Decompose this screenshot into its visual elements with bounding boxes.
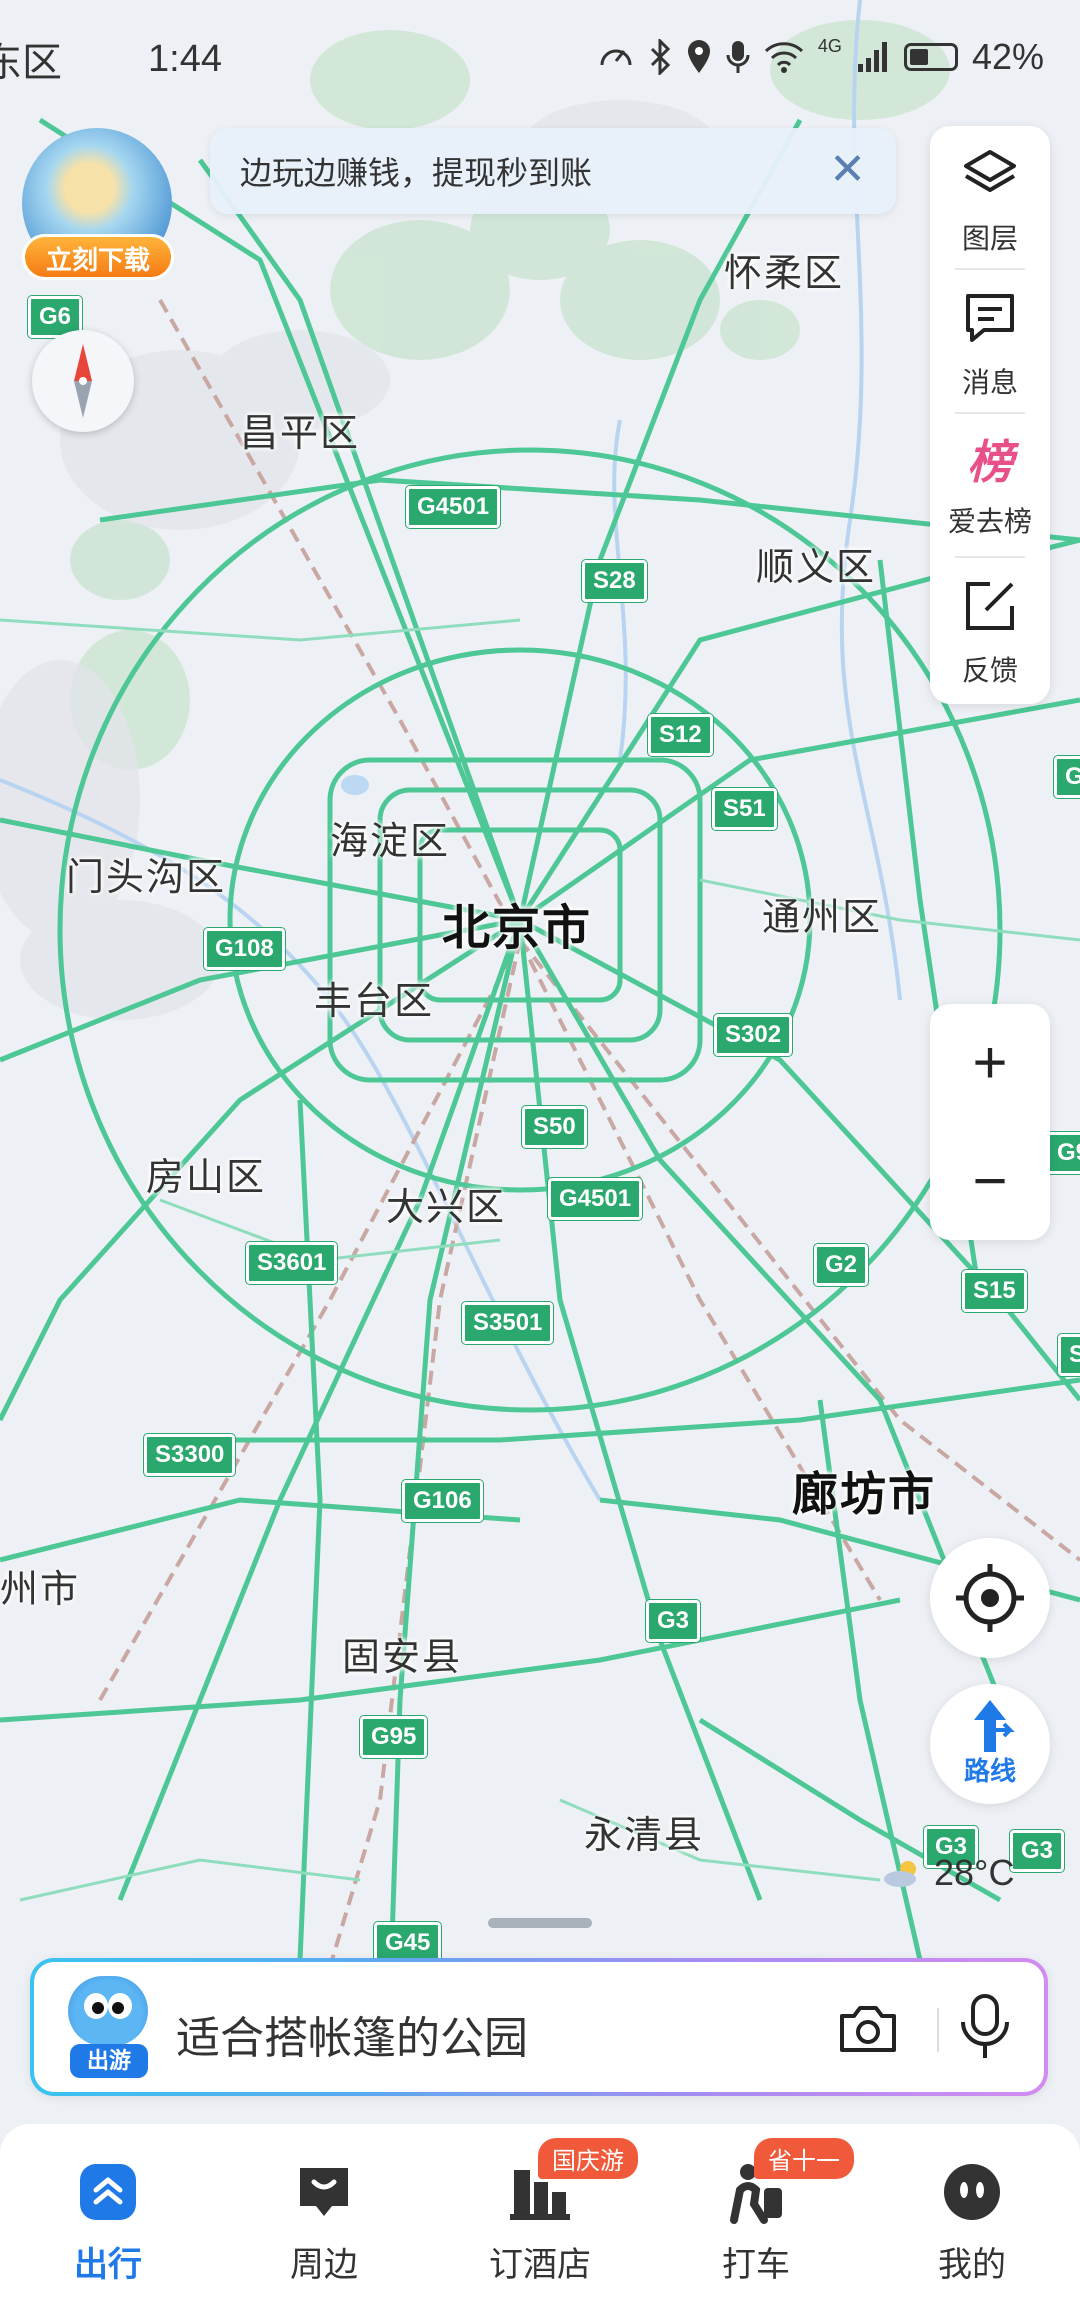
- microphone-icon[interactable]: [958, 1992, 1012, 2062]
- highway-shield: G106: [402, 1480, 483, 1522]
- ranking-button[interactable]: 榜 爱去榜: [930, 414, 1050, 554]
- highway-shield: S302: [714, 1014, 793, 1056]
- hotel-badge: 国庆游: [538, 2138, 638, 2179]
- layers-icon: [964, 150, 1016, 192]
- highway-shield: G95: [360, 1716, 428, 1758]
- highway-shield: S3501: [462, 1302, 554, 1344]
- promo-banner[interactable]: 边玩边赚钱，提现秒到账 ✕: [210, 128, 896, 214]
- route-button[interactable]: 路线: [930, 1684, 1050, 1804]
- city-label-beijing: 北京市: [442, 902, 593, 955]
- layers-button[interactable]: 图层: [930, 126, 1050, 266]
- highway-shield: S: [1058, 1334, 1080, 1376]
- highway-shield: S15: [962, 1270, 1027, 1312]
- feedback-label: 反馈: [961, 655, 1018, 686]
- status-time: 1:44: [148, 38, 222, 80]
- message-icon: [966, 294, 1014, 342]
- location-icon: [687, 40, 710, 73]
- locate-button[interactable]: [930, 1538, 1050, 1658]
- profile-icon: [944, 2164, 1000, 2220]
- battery-icon: [903, 43, 958, 71]
- zoom-in-button[interactable]: +: [930, 1004, 1050, 1122]
- feedback-button[interactable]: 反馈: [930, 558, 1050, 698]
- highway-shield: S51: [712, 788, 777, 830]
- zoom-out-button[interactable]: −: [930, 1122, 1050, 1240]
- highway-shield: G3: [646, 1600, 701, 1642]
- district-label: 固安县: [342, 1637, 463, 1679]
- highway-shield: G2: [814, 1244, 869, 1286]
- camera-icon[interactable]: [838, 2000, 898, 2056]
- search-bar[interactable]: 出游 适合搭帐篷的公园: [30, 1958, 1048, 2096]
- nearby-icon: [300, 2168, 348, 2216]
- highway-shield: G3: [1010, 1830, 1065, 1872]
- message-label: 消息: [961, 367, 1018, 398]
- map-tools-panel: 图层 消息 榜 爱去榜 反馈: [930, 126, 1050, 704]
- tab-label: 订酒店: [489, 2246, 591, 2284]
- city-label-langfang: 廊坊市: [792, 1468, 936, 1520]
- district-label: 丰台区: [314, 981, 435, 1023]
- tab-nearby[interactable]: 周边: [244, 2160, 404, 2286]
- compass-button[interactable]: [32, 330, 134, 432]
- travel-icon: [80, 2164, 136, 2220]
- layers-label: 图层: [961, 223, 1018, 254]
- highway-shield: G4501: [548, 1178, 643, 1220]
- ranking-label: 爱去榜: [947, 506, 1032, 537]
- route-label: 路线: [963, 1756, 1016, 1786]
- highway-shield: G: [1054, 756, 1080, 798]
- feedback-icon: [966, 582, 1014, 630]
- speed-icon: [600, 49, 632, 66]
- highway-shield: G95: [1046, 1132, 1080, 1174]
- search-divider: [937, 2008, 939, 2052]
- temperature: 28°C: [934, 1852, 1015, 1893]
- highway-shield: S3601: [246, 1242, 338, 1284]
- district-label: 永清县: [584, 1815, 705, 1857]
- message-button[interactable]: 消息: [930, 270, 1050, 410]
- status-bar: 东区 1:44 4G 42%: [0, 0, 1080, 120]
- tab-label: 出行: [74, 2246, 142, 2284]
- district-label: 门头沟区: [66, 857, 227, 899]
- search-input[interactable]: 适合搭帐篷的公园: [176, 2002, 528, 2066]
- highway-shield: G4501: [406, 486, 501, 528]
- banner-text: 边玩边赚钱，提现秒到账: [240, 155, 593, 191]
- promo-download-button[interactable]: 立刻下载: [22, 234, 174, 280]
- battery-fill: [909, 49, 928, 65]
- highway-shield: S3300: [144, 1434, 236, 1476]
- sheet-handle[interactable]: [488, 1918, 592, 1928]
- tab-travel[interactable]: 出行: [28, 2160, 188, 2286]
- partly-cloudy-icon: [884, 1861, 916, 1887]
- close-icon[interactable]: ✕: [829, 146, 866, 194]
- tab-mine[interactable]: 我的: [892, 2160, 1052, 2286]
- network-type: 4G: [817, 36, 842, 56]
- highway-shield: S28: [582, 560, 647, 602]
- ranking-icon: 榜: [967, 436, 1013, 488]
- district-label: 昌平区: [240, 413, 361, 455]
- bluetooth-icon: [650, 39, 671, 75]
- signal-icon: [857, 42, 887, 72]
- tab-label: 打车: [722, 2246, 790, 2284]
- route-arrow-icon: [974, 1700, 1015, 1752]
- district-label: 通州区: [762, 897, 883, 939]
- tab-label: 我的: [938, 2246, 1006, 2284]
- district-label: 海淀区: [330, 821, 451, 863]
- district-label: 房山区: [146, 1157, 267, 1199]
- highway-shield: G108: [204, 928, 285, 970]
- mascot-icon[interactable]: [68, 1976, 148, 2046]
- taxi-badge: 省十一: [754, 2138, 854, 2179]
- wifi-icon: [764, 42, 803, 73]
- mascot-label: 出游: [70, 2044, 148, 2078]
- bottom-tab-bar: 出行 周边 订酒店 国庆游 打车 省十一 我的: [0, 2124, 1080, 2310]
- district-label: 州市: [0, 1569, 81, 1611]
- weather-widget[interactable]: 28°C: [882, 1852, 1014, 1894]
- status-map-fragment: 东区: [0, 41, 62, 85]
- district-label: 怀柔区: [724, 253, 845, 295]
- district-label: 顺义区: [756, 547, 877, 589]
- district-label: 大兴区: [386, 1187, 507, 1229]
- highway-shield: S50: [522, 1106, 587, 1148]
- locate-icon: [956, 1564, 1024, 1632]
- compass-icon: [74, 344, 92, 418]
- highway-shield: S12: [648, 714, 713, 756]
- microphone-status-icon: [726, 41, 750, 73]
- zoom-control: + −: [930, 1004, 1050, 1240]
- battery-percent: 42%: [971, 36, 1044, 77]
- tab-label: 周边: [290, 2246, 358, 2284]
